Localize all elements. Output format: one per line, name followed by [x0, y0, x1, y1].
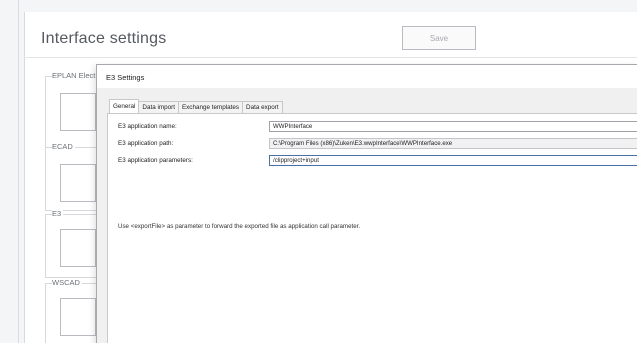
tab-bar: General Data import Exchange templates D…	[109, 99, 283, 113]
app-path-label: E3 application path:	[118, 140, 174, 147]
e3-settings-dialog: E3 Settings General Data import Exchange…	[96, 64, 637, 343]
app-name-label: E3 application name:	[118, 123, 177, 130]
title-divider	[24, 57, 637, 58]
app-path-input[interactable]: C:\Program Files (x86)\Zuken\E3.wwpInter…	[269, 138, 637, 149]
ecad-config-box[interactable]	[60, 164, 96, 202]
app-params-label: E3 application parameters:	[118, 157, 193, 164]
app-name-input[interactable]: WWPInterface	[269, 121, 637, 132]
app-params-input[interactable]: /clipproject+input	[269, 155, 637, 166]
group-label-eplan: EPLAN Elect	[52, 71, 98, 80]
tab-exchange-templates[interactable]: Exchange templates	[177, 101, 244, 113]
page-title: Interface settings	[41, 30, 167, 47]
dialog-title: E3 Settings	[106, 73, 145, 82]
save-button[interactable]: Save	[402, 26, 476, 50]
export-file-hint: Use <exportFile> as parameter to forward…	[118, 223, 361, 230]
e3-config-box[interactable]	[60, 229, 96, 267]
group-label-ecad: ECAD	[52, 142, 75, 151]
page: Interface settings Save EPLAN Elect ECAD…	[0, 0, 637, 343]
wscad-config-box[interactable]	[60, 298, 96, 336]
group-label-wscad: WSCAD	[52, 278, 82, 287]
tab-data-import[interactable]: Data import	[138, 101, 179, 113]
tab-data-export[interactable]: Data export	[242, 101, 283, 113]
eplan-config-box[interactable]	[60, 93, 96, 131]
dialog-body: General Data import Exchange templates D…	[97, 88, 637, 343]
general-tab-panel: E3 application name: WWPInterface E3 app…	[107, 113, 637, 343]
group-label-e3: E3	[52, 209, 64, 218]
window-edge	[18, 0, 19, 343]
tab-general[interactable]: General	[109, 99, 140, 113]
